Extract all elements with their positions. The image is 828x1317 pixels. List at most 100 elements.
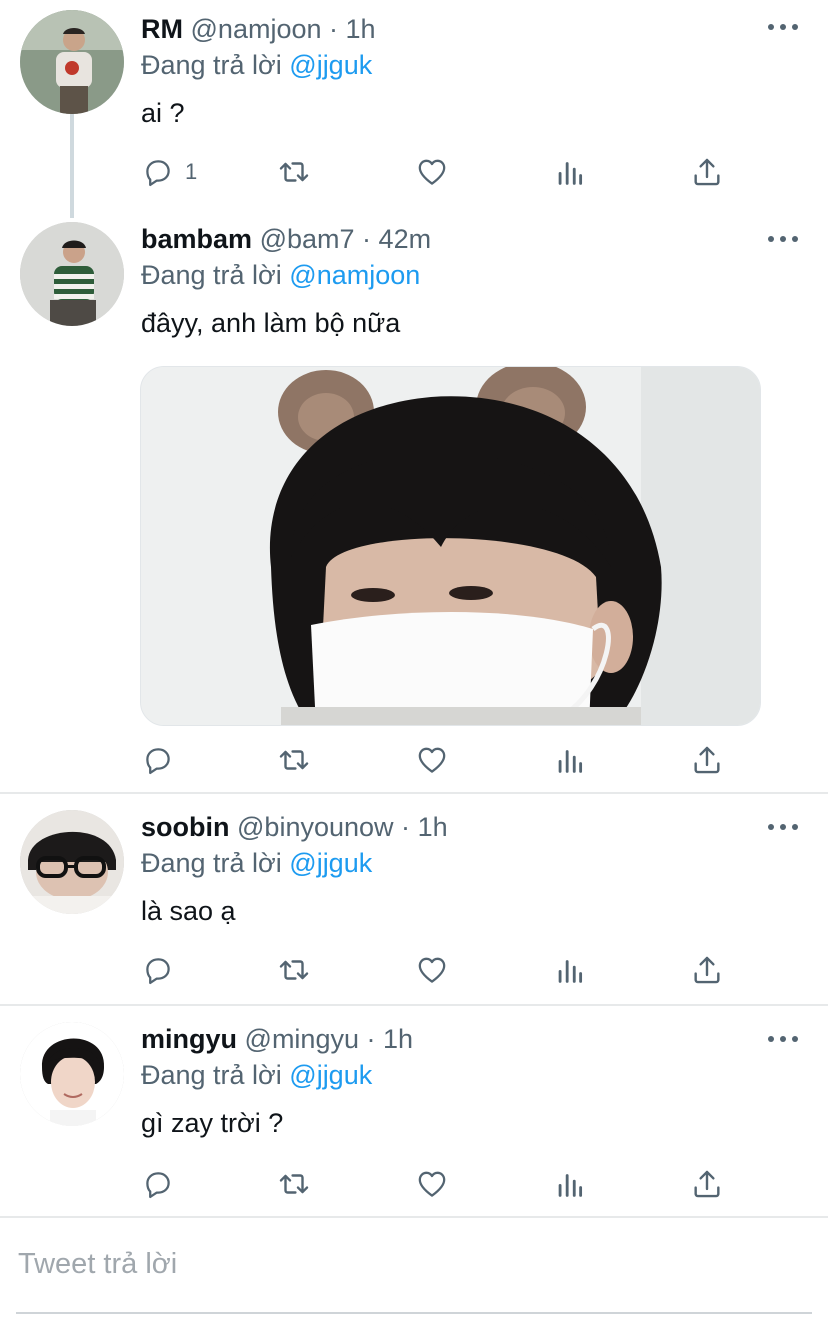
- heart-icon: [415, 1167, 449, 1201]
- handle[interactable]: @binyounow: [237, 812, 394, 842]
- share-button[interactable]: [690, 740, 724, 780]
- tweet-text: ai ?: [141, 98, 185, 128]
- avatar[interactable]: [20, 222, 124, 326]
- more-icon[interactable]: [768, 1034, 798, 1044]
- mention-link[interactable]: @jjguk: [289, 848, 372, 878]
- avatar-photo: [20, 222, 124, 326]
- mention-link[interactable]: @jjguk: [289, 50, 372, 80]
- tweet-text: gì zay trời ?: [141, 1108, 284, 1138]
- timestamp[interactable]: 1h: [346, 14, 376, 44]
- replying-to: Đang trả lời @jjguk: [141, 1058, 372, 1092]
- mention-link[interactable]: @jjguk: [289, 1060, 372, 1090]
- replying-to-label: Đang trả lời: [141, 50, 282, 80]
- tweet-text: là sao ạ: [141, 896, 236, 926]
- replying-to: Đang trả lời @jjguk: [141, 48, 372, 82]
- more-icon[interactable]: [768, 22, 798, 32]
- display-name[interactable]: soobin: [141, 812, 230, 842]
- like-button[interactable]: [415, 152, 449, 192]
- retweet-icon: [277, 155, 311, 189]
- tweet-media-image[interactable]: [140, 366, 761, 726]
- like-button[interactable]: [415, 1164, 449, 1204]
- separator-dot: ·: [362, 224, 372, 254]
- like-button[interactable]: [415, 740, 449, 780]
- reply-icon: [141, 155, 175, 189]
- share-button[interactable]: [690, 152, 724, 192]
- compose-underline: [16, 1312, 812, 1314]
- action-bar: 1: [141, 152, 731, 192]
- replying-to: Đang trả lời @namjoon: [141, 258, 420, 292]
- analytics-button[interactable]: [553, 152, 587, 192]
- analytics-icon: [553, 953, 587, 987]
- divider: [0, 1216, 828, 1218]
- share-button[interactable]: [690, 950, 724, 990]
- handle[interactable]: @bam7: [260, 224, 355, 254]
- separator-dot: ·: [329, 14, 339, 44]
- replying-to: Đang trả lời @jjguk: [141, 846, 372, 880]
- action-bar: [141, 1164, 731, 1204]
- retweet-icon: [277, 953, 311, 987]
- replying-to-label: Đang trả lời: [141, 1060, 282, 1090]
- timestamp[interactable]: 1h: [383, 1024, 413, 1054]
- reply-button[interactable]: [141, 740, 175, 780]
- reply-button[interactable]: [141, 950, 175, 990]
- avatar-photo: [20, 1022, 124, 1126]
- tweet[interactable]: RM @namjoon · 1h Đang trả lời @jjguk ai …: [0, 0, 828, 218]
- avatar-photo: [20, 10, 124, 114]
- share-icon: [690, 953, 724, 987]
- retweet-button[interactable]: [277, 740, 311, 780]
- action-bar: [141, 740, 731, 780]
- analytics-icon: [553, 155, 587, 189]
- replying-to-label: Đang trả lời: [141, 848, 282, 878]
- share-icon: [690, 155, 724, 189]
- tweet-header: mingyu @mingyu · 1h: [141, 1022, 413, 1056]
- retweet-button[interactable]: [277, 950, 311, 990]
- timestamp[interactable]: 42m: [379, 224, 432, 254]
- share-icon: [690, 1167, 724, 1201]
- reply-icon: [141, 1167, 175, 1201]
- separator-dot: ·: [401, 812, 411, 842]
- more-icon[interactable]: [768, 234, 798, 244]
- handle[interactable]: @namjoon: [191, 14, 322, 44]
- analytics-icon: [553, 743, 587, 777]
- tweet-header: RM @namjoon · 1h: [141, 12, 376, 46]
- more-icon[interactable]: [768, 822, 798, 832]
- avatar-photo: [20, 810, 124, 914]
- avatar[interactable]: [20, 810, 124, 914]
- reply-icon: [141, 743, 175, 777]
- heart-icon: [415, 743, 449, 777]
- heart-icon: [415, 953, 449, 987]
- share-button[interactable]: [690, 1164, 724, 1204]
- reply-button[interactable]: 1: [141, 152, 197, 192]
- separator-dot: ·: [366, 1024, 376, 1054]
- analytics-icon: [553, 1167, 587, 1201]
- photo-illustration: [141, 367, 760, 725]
- retweet-button[interactable]: [277, 1164, 311, 1204]
- retweet-button[interactable]: [277, 152, 311, 192]
- reply-count: 1: [185, 159, 198, 184]
- analytics-button[interactable]: [553, 950, 587, 990]
- handle[interactable]: @mingyu: [245, 1024, 359, 1054]
- tweet[interactable]: mingyu @mingyu · 1h Đang trả lời @jjguk …: [0, 1006, 828, 1216]
- heart-icon: [415, 155, 449, 189]
- avatar[interactable]: [20, 10, 124, 114]
- analytics-button[interactable]: [553, 740, 587, 780]
- display-name[interactable]: bambam: [141, 224, 252, 254]
- reply-compose-input[interactable]: Tweet trả lời: [18, 1248, 177, 1281]
- tweet-text: đâyy, anh làm bộ nữa: [141, 308, 401, 338]
- avatar[interactable]: [20, 1022, 124, 1126]
- tweet[interactable]: soobin @binyounow · 1h Đang trả lời @jjg…: [0, 794, 828, 1004]
- tweet-header: soobin @binyounow · 1h: [141, 810, 448, 844]
- reply-icon: [141, 953, 175, 987]
- share-icon: [690, 743, 724, 777]
- mention-link[interactable]: @namjoon: [289, 260, 420, 290]
- thread-line: [70, 114, 74, 218]
- display-name[interactable]: mingyu: [141, 1024, 237, 1054]
- display-name[interactable]: RM: [141, 14, 183, 44]
- tweet-header: bambam @bam7 · 42m: [141, 222, 431, 256]
- replying-to-label: Đang trả lời: [141, 260, 282, 290]
- reply-button[interactable]: [141, 1164, 175, 1204]
- action-bar: [141, 950, 731, 990]
- like-button[interactable]: [415, 950, 449, 990]
- analytics-button[interactable]: [553, 1164, 587, 1204]
- timestamp[interactable]: 1h: [418, 812, 448, 842]
